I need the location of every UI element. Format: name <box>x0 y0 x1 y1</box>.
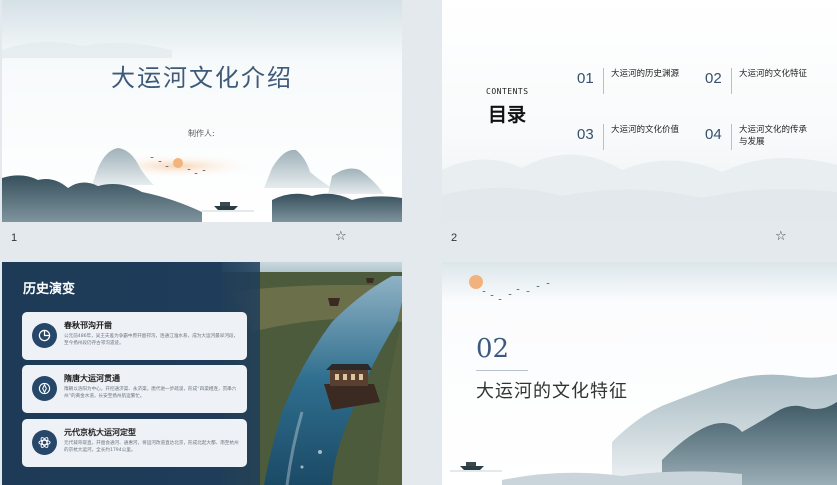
toc-item-number: 03 <box>577 126 594 143</box>
toc-item-number: 02 <box>705 70 722 87</box>
slide-thumbnail-1[interactable]: 大运河文化介绍 制作人: <box>2 0 402 222</box>
divider <box>603 124 604 150</box>
slide-title: 历史演变 <box>23 282 76 297</box>
slide-thumbnail-2[interactable]: CONTENTS 目录 01 大运河的历史渊源 02 大运河的文化特征 03 大… <box>442 0 837 222</box>
card-description: 公元前486年，吴王夫差为争霸中原开凿邗沟，连通江淮水系，成为大运河最早河段，至… <box>64 334 239 346</box>
slide-thumbnail-4[interactable]: 02 大运河的文化特征 <box>442 262 837 485</box>
slide-number: 2 <box>451 232 458 244</box>
toc-item[interactable]: 04 大运河文化的传承与发展 <box>705 124 815 150</box>
toc-item-number: 04 <box>705 126 722 143</box>
star-icon[interactable]: ☆ <box>775 229 787 244</box>
toc-item[interactable]: 03 大运河的文化价值 <box>577 124 687 150</box>
section-number: 02 <box>476 334 510 364</box>
card-title: 春秋邗沟开凿 <box>64 321 112 330</box>
card-title: 元代京杭大运河定型 <box>64 428 136 437</box>
toc-heading: 目录 <box>488 104 527 126</box>
pie-chart-icon <box>32 323 57 348</box>
toc-item-label: 大运河的历史渊源 <box>611 69 680 79</box>
slide-thumbnail-3[interactable]: 历史演变 春秋邗沟开凿 公元前486年，吴王夫差为争霸中原开凿邗沟，连通江淮水系… <box>2 262 402 485</box>
toc-item[interactable]: 02 大运河的文化特征 <box>705 68 815 94</box>
divider <box>731 124 732 150</box>
toc-item-label: 大运河文化的传承与发展 <box>739 125 808 147</box>
timeline-card: 元代京杭大运河定型 元代裁弯取直，开凿会通河、通惠河，将运河改道直达北京，形成北… <box>22 419 247 467</box>
mountain-landscape-illustration <box>2 0 402 222</box>
timeline-card: 隋唐大运河贯通 隋朝以洛阳为中心，开挖通济渠、永济渠，唐代进一步疏浚，形成“四渠… <box>22 365 247 413</box>
timeline-card: 春秋邗沟开凿 公元前486年，吴王夫差为争霸中原开凿邗沟，连通江淮水系，成为大运… <box>22 312 247 360</box>
star-icon[interactable]: ☆ <box>335 229 347 244</box>
slide-number: 1 <box>11 232 18 244</box>
section-title: 大运河的文化特征 <box>476 381 628 402</box>
card-description: 隋朝以洛阳为中心，开挖通济渠、永济渠，唐代进一步疏浚，形成“四渠相连，贯串六州”… <box>64 387 237 399</box>
divider <box>476 370 528 371</box>
card-description: 元代裁弯取直，开凿会通河、通惠河，将运河改道直达北京，形成北起大都、南至杭州的京… <box>64 441 239 453</box>
divider <box>603 68 604 94</box>
toc-item-label: 大运河的文化特征 <box>739 69 808 79</box>
toc-item-number: 01 <box>577 70 594 87</box>
presentation-title: 大运河文化介绍 <box>111 64 293 92</box>
maker-label: 制作人: <box>188 129 215 138</box>
mountain-landscape-illustration <box>442 262 837 485</box>
divider <box>731 68 732 94</box>
compass-icon <box>32 376 57 401</box>
card-title: 隋唐大运河贯通 <box>64 374 120 383</box>
contents-label: CONTENTS <box>486 87 529 96</box>
toc-item[interactable]: 01 大运河的历史渊源 <box>577 68 687 94</box>
toc-item-label: 大运河的文化价值 <box>611 125 680 135</box>
atom-icon <box>32 430 57 455</box>
